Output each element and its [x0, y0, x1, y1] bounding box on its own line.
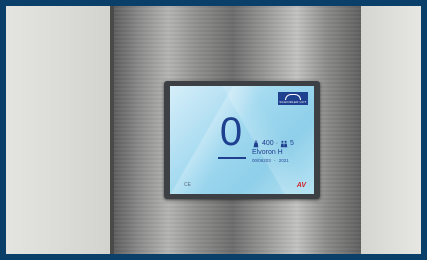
- serial-separator: -: [272, 158, 277, 163]
- photo-frame: SCHINDLER LIFT 0 400 · 5 Elvoron H 00/06…: [6, 6, 421, 254]
- logo-arc-icon: [285, 93, 301, 100]
- floor-underline: [218, 157, 246, 159]
- floor-indicator: 0: [219, 110, 243, 154]
- manufacturer-logo: SCHINDLER LIFT: [278, 92, 308, 105]
- logo-text: SCHINDLER LIFT: [279, 99, 307, 104]
- model-name: Elvoron H: [252, 149, 283, 156]
- year: 2021: [278, 158, 289, 163]
- wall-right: [359, 6, 421, 254]
- persons-icon: [280, 140, 288, 147]
- ce-mark: CE: [184, 182, 191, 188]
- wall-left: [6, 6, 114, 254]
- capacity-row: 400 · 5: [252, 139, 294, 148]
- display-screen: SCHINDLER LIFT 0 400 · 5 Elvoron H 00/06…: [170, 86, 314, 194]
- brand-mark: AV: [296, 182, 306, 189]
- capacity-info: 400 · 5 Elvoron H 00/06203 - 2021: [252, 139, 294, 164]
- persons-value: 5: [290, 140, 294, 147]
- separator: ·: [275, 140, 279, 147]
- capacity-value: 400: [262, 140, 274, 147]
- weight-icon: [253, 139, 259, 147]
- serial-number: 00/06203: [252, 158, 271, 163]
- serial-row: 00/06203 - 2021: [252, 157, 294, 164]
- elevator-display: SCHINDLER LIFT 0 400 · 5 Elvoron H 00/06…: [164, 81, 320, 199]
